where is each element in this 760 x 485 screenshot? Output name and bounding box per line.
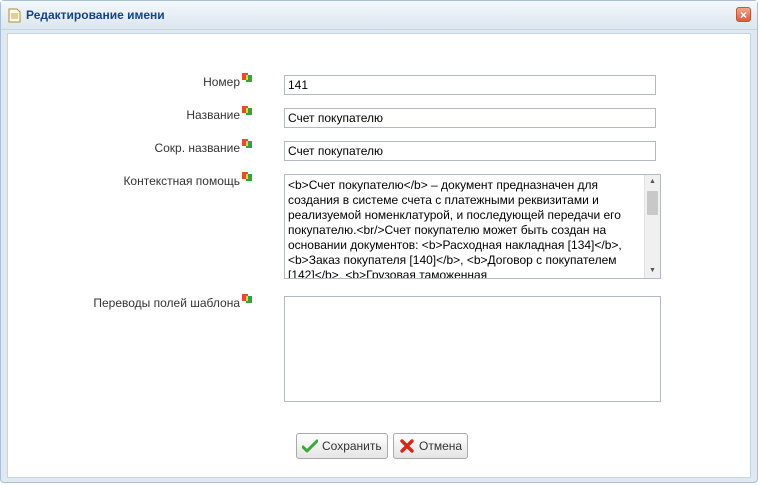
name-field[interactable] — [284, 108, 656, 128]
document-icon — [8, 8, 21, 23]
checkmark-icon — [302, 439, 318, 453]
number-label: Номер — [203, 73, 252, 89]
number-field[interactable] — [284, 75, 656, 95]
context-help-label: Контекстная помощь — [123, 172, 252, 188]
translate-flag-icon[interactable] — [242, 172, 252, 181]
name-label: Название — [186, 106, 252, 122]
scroll-up-arrow-icon[interactable]: ▲ — [645, 175, 660, 189]
save-button[interactable]: Сохранить — [296, 433, 388, 459]
dialog-titlebar[interactable]: Редактирование имени × — [1, 1, 757, 30]
template-translations-textarea[interactable] — [284, 296, 661, 402]
translate-flag-icon[interactable] — [242, 294, 252, 303]
context-help-textarea[interactable]: <b>Счет покупателю</b> – документ предна… — [284, 174, 661, 279]
context-help-text: <b>Счет покупателю</b> – документ предна… — [288, 178, 622, 279]
translate-flag-icon[interactable] — [242, 139, 252, 148]
translate-flag-icon[interactable] — [242, 106, 252, 115]
template-translations-label: Переводы полей шаблона — [93, 294, 252, 310]
textarea-scrollbar[interactable]: ▲ ▼ — [644, 175, 660, 278]
scroll-down-arrow-icon[interactable]: ▼ — [645, 264, 660, 278]
scroll-thumb[interactable] — [647, 191, 658, 215]
dialog-title: Редактирование имени — [26, 8, 165, 22]
short-name-label: Сокр. название — [154, 139, 252, 155]
dialog-body: Номер Название Сокр. название Контекстна… — [7, 33, 751, 478]
short-name-field[interactable] — [284, 141, 656, 161]
close-icon: × — [739, 8, 747, 22]
close-button[interactable]: × — [736, 7, 751, 22]
red-x-icon — [400, 439, 414, 453]
translate-flag-icon[interactable] — [242, 73, 252, 82]
cancel-button[interactable]: Отмена — [393, 433, 469, 459]
edit-name-dialog: Редактирование имени × Номер Название Со… — [0, 0, 758, 483]
